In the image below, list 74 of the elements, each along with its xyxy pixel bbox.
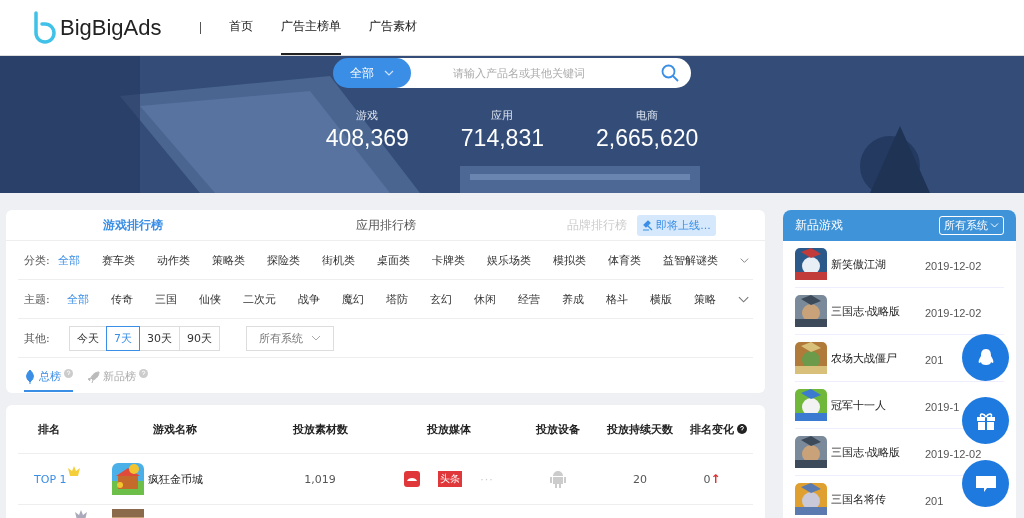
filter-option[interactable]: 经营 [517, 291, 540, 307]
period-button[interactable]: 30天 [139, 325, 180, 351]
logo-text[interactable]: BigBigAds [60, 14, 162, 41]
filter-option[interactable]: 魔幻 [341, 291, 364, 307]
days-count: 20 [632, 472, 648, 486]
stat-label: 电商 [636, 108, 659, 123]
rank-text: TOP 1 [34, 472, 67, 486]
filter-option[interactable]: 传奇 [110, 291, 133, 307]
list-tab[interactable]: 总榜 [24, 360, 73, 392]
filter-option[interactable]: 探险类 [267, 252, 301, 268]
game-name[interactable]: 农场大战僵尸 [831, 350, 921, 366]
filter-option[interactable]: 娱乐场类 [487, 252, 532, 268]
filter-option[interactable]: 动作类 [157, 252, 191, 268]
column-header: 排名变化 [690, 421, 734, 437]
filter-option[interactable]: 玄幻 [429, 291, 452, 307]
stat-value: 2,665,620 [595, 125, 699, 152]
game-name[interactable]: 三国志·战略版 [831, 444, 921, 460]
nav-link[interactable]: 广告素材 [368, 0, 417, 55]
filter-option[interactable]: 横版 [649, 291, 672, 307]
game-name[interactable]: 三国志·战略版 [831, 303, 921, 319]
material-count: 1,019 [303, 472, 337, 486]
period-button[interactable]: 今天 [69, 325, 107, 351]
release-date: 201 [925, 494, 944, 507]
release-date: 201 [925, 353, 944, 366]
filter-option[interactable]: 策略类 [212, 252, 246, 268]
filter-option[interactable]: 格斗 [605, 291, 628, 307]
filter-option[interactable]: 战争 [297, 291, 320, 307]
filter-option[interactable]: 二次元 [242, 291, 276, 307]
filter-option[interactable]: 策略 [693, 291, 716, 307]
filter-option[interactable]: 三国 [154, 291, 177, 307]
rank-change: 0 [703, 472, 711, 486]
filter-option[interactable]: 模拟类 [553, 252, 587, 268]
column-header: 投放媒体 [426, 421, 472, 437]
release-date: 2019-12-02 [925, 447, 982, 460]
filter-label: 其他: [24, 330, 51, 346]
ranking-tab[interactable]: 应用排行榜 [349, 215, 422, 235]
stat-value: 714,831 [460, 125, 544, 152]
filter-option[interactable]: 仙侠 [198, 291, 221, 307]
filter-option[interactable]: 养成 [561, 291, 584, 307]
column-header: 投放设备 [535, 421, 581, 437]
release-date: 2019-12-02 [925, 306, 982, 319]
column-header: 游戏名称 [152, 421, 198, 437]
column-header: 排名 [37, 421, 61, 437]
badge-text: 即将上线... [656, 217, 711, 233]
filter-option[interactable]: 桌面类 [377, 252, 411, 268]
nav-link[interactable]: 首页 [228, 0, 253, 55]
game-name[interactable]: 三国名将传 [831, 491, 921, 507]
filter-option[interactable]: 街机类 [322, 252, 356, 268]
filter-label: 分类: [24, 252, 51, 268]
media-badge: 头条 [438, 471, 463, 487]
filter-option[interactable]: 益智解谜类 [663, 252, 719, 268]
game-name[interactable]: 疯狂金币城 [148, 471, 203, 487]
column-header: 投放素材数 [291, 421, 349, 437]
game-name[interactable]: 冠军十一人 [831, 397, 921, 413]
filter-option[interactable]: 赛车类 [102, 252, 136, 268]
period-button[interactable]: 7天 [106, 325, 140, 351]
column-header: 投放持续天数 [606, 421, 674, 437]
filter-option[interactable]: 全部 [58, 252, 81, 268]
change-arrow: ↑ [710, 472, 721, 486]
game-name[interactable]: 新笑傲江湖 [831, 256, 921, 272]
stat-label: 游戏 [356, 108, 379, 123]
stat-value: 408,369 [325, 125, 409, 152]
stat-label: 应用 [491, 108, 514, 123]
period-button[interactable]: 90天 [179, 325, 220, 351]
filter-label: 主题: [24, 291, 51, 307]
filter-option[interactable]: 全部 [66, 291, 89, 307]
release-date: 2019-1 [925, 400, 960, 413]
panel-title: 新品游戏 [795, 217, 843, 234]
filter-option[interactable]: 塔防 [385, 291, 408, 307]
release-date: 2019-12-02 [925, 259, 982, 272]
filter-option[interactable]: 休闲 [473, 291, 496, 307]
filter-option[interactable]: 卡牌类 [432, 252, 466, 268]
system-dropdown[interactable]: 所有系统 [246, 325, 334, 351]
filter-option[interactable]: 体育类 [608, 252, 642, 268]
